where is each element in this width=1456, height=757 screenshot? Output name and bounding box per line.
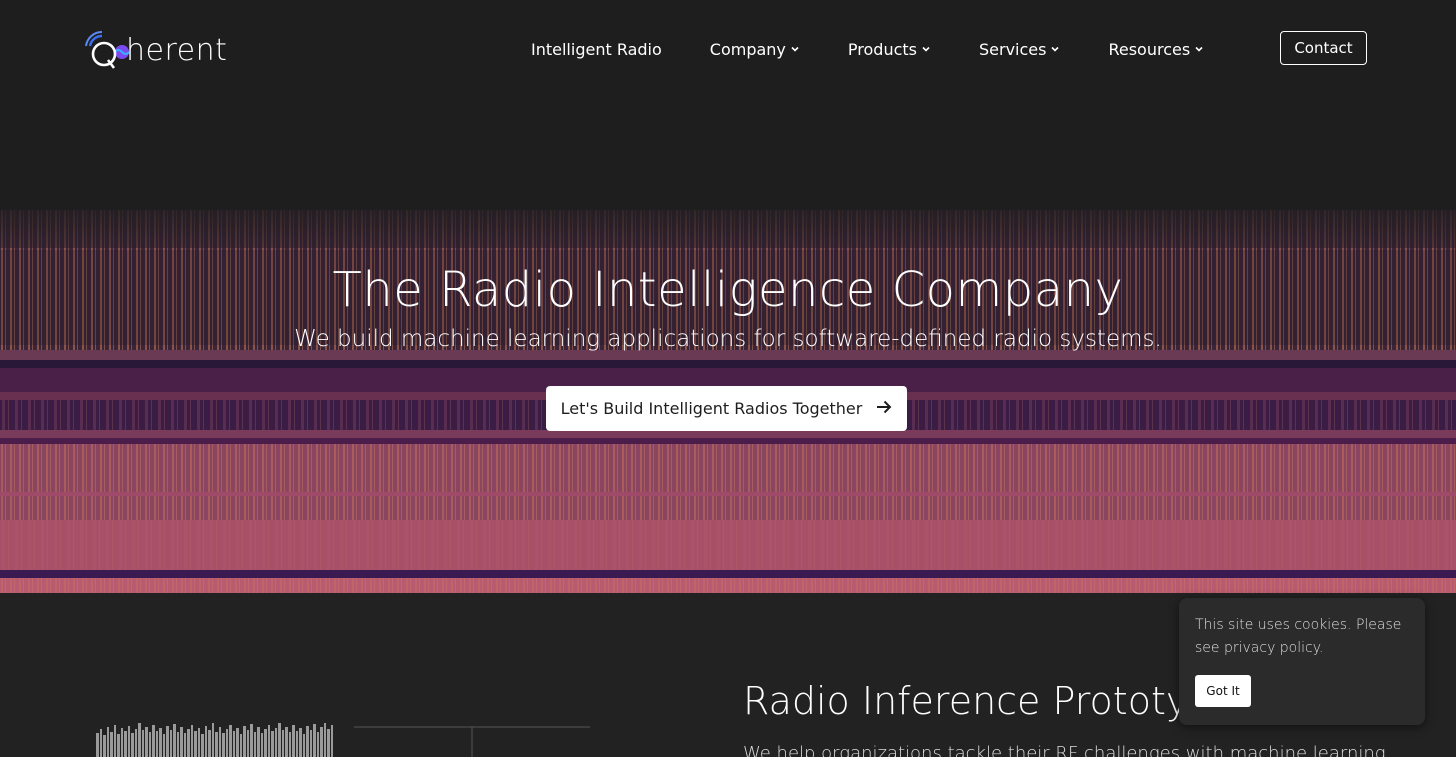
site-header: herent Intelligent Radio Company Product…	[0, 0, 1456, 100]
cookie-text: This site uses cookies. Please see priva…	[1195, 617, 1402, 656]
logo[interactable]: herent	[84, 28, 254, 72]
nav-label: Company	[709, 39, 786, 59]
hero-subtitle: We build machine learning applications f…	[294, 326, 1162, 352]
hero-section: The Radio Intelligence Company We build …	[0, 100, 1456, 593]
cta-label: Let's Build Intelligent Radios Together	[560, 399, 863, 418]
chevron-down-icon	[922, 46, 930, 52]
nav-item-company[interactable]: Company	[710, 36, 800, 62]
hero-title: The Radio Intelligence Company	[332, 262, 1124, 318]
nav-item-resources[interactable]: Resources	[1108, 36, 1204, 62]
cookie-accept-button[interactable]: Got It	[1195, 675, 1251, 707]
section-title: Radio Inference Prototyp	[743, 679, 1213, 723]
nav-label: Services	[979, 39, 1047, 59]
nav-item-services[interactable]: Services	[979, 36, 1060, 62]
chevron-down-icon	[1051, 46, 1060, 52]
arrow-right-icon	[876, 398, 892, 419]
chevron-down-icon	[791, 46, 799, 52]
build-intelligent-radios-button[interactable]: Let's Build Intelligent Radios Together	[546, 386, 907, 431]
cookie-banner: This site uses cookies. Please see priva…	[1179, 598, 1425, 725]
chevron-down-icon	[1195, 46, 1203, 52]
logo-signal-icon	[85, 30, 117, 69]
waveform-graphic	[96, 723, 333, 757]
nav-label: Products	[847, 39, 917, 59]
nav-item-products[interactable]: Products	[848, 36, 931, 62]
nav-label: Resources	[1108, 39, 1191, 59]
main-nav: Intelligent Radio Company Products Servi…	[520, 36, 1252, 62]
chart-frame-graphic	[354, 726, 590, 757]
nav-item-intelligent-radio[interactable]: Intelligent Radio	[531, 36, 662, 62]
contact-button[interactable]: Contact	[1280, 31, 1367, 65]
nav-label: Intelligent Radio	[531, 39, 662, 59]
section-description: We help organizations tackle their RF ch…	[743, 743, 1386, 757]
logo-text: herent	[126, 32, 228, 68]
